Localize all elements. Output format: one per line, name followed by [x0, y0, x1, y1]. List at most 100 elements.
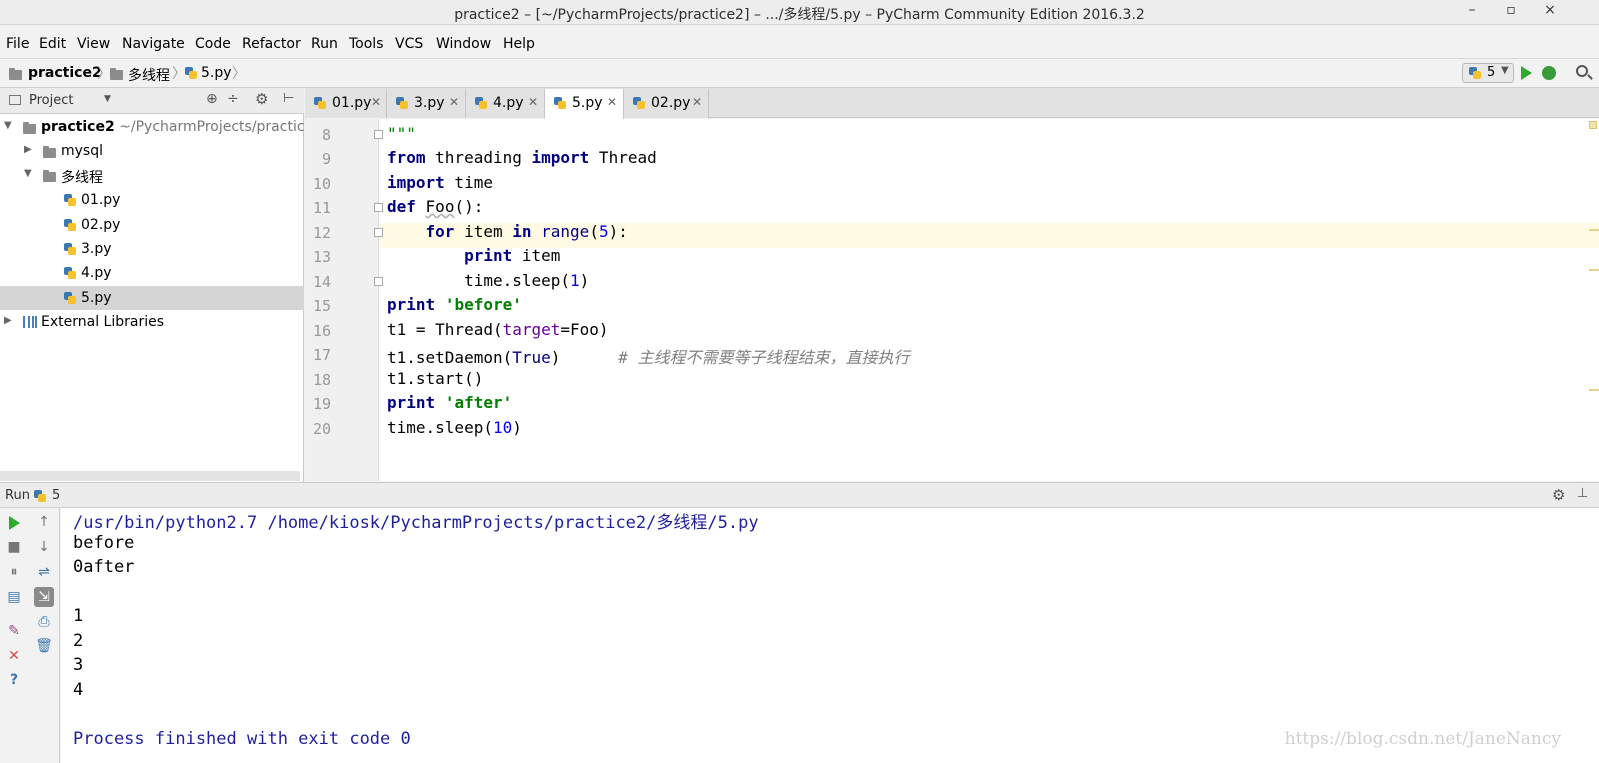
folder-icon	[23, 122, 36, 134]
expanded-arrow-icon[interactable]: ▼	[4, 120, 12, 131]
line-number: 12	[312, 224, 331, 242]
tree-file-4[interactable]: 4.py	[0, 261, 304, 285]
breadcrumb-separator-icon: 〉	[232, 66, 246, 82]
collapsed-arrow-icon[interactable]: ▶	[4, 315, 12, 326]
tab-4[interactable]: 4.py ✕	[466, 89, 545, 118]
horizontal-scrollbar[interactable]	[0, 471, 300, 481]
fold-marker-icon[interactable]	[374, 130, 383, 139]
print-icon[interactable]: ⎙	[34, 612, 54, 632]
tree-external-libraries[interactable]: ▶ External Libraries	[0, 310, 304, 334]
python-file-icon	[33, 489, 47, 503]
debug-bug-icon[interactable]	[1542, 66, 1556, 80]
close-tab-icon[interactable]: ✕	[449, 95, 459, 109]
pause-icon[interactable]: ⏸	[4, 562, 24, 582]
menu-navigate[interactable]: Navigate	[122, 36, 185, 52]
close-window-button[interactable]: ×	[1537, 2, 1563, 18]
collapse-all-icon[interactable]: ÷	[227, 91, 239, 107]
breadcrumb-folder[interactable]: 多线程	[128, 65, 170, 85]
tab-01[interactable]: 01.py ✕	[305, 89, 387, 118]
pin-icon[interactable]: ✎	[4, 621, 24, 641]
stop-icon[interactable]: ■	[4, 537, 24, 557]
maximize-button[interactable]: ▫	[1498, 2, 1524, 18]
help-icon[interactable]: ?	[4, 670, 24, 690]
search-icon[interactable]	[1576, 65, 1588, 77]
menu-edit[interactable]: Edit	[39, 36, 66, 52]
fold-marker-icon[interactable]	[374, 277, 383, 286]
code-line-8: """	[387, 124, 416, 143]
line-number: 15	[312, 297, 331, 315]
line-number: 18	[312, 371, 331, 389]
menu-help[interactable]: Help	[503, 36, 535, 52]
minimize-button[interactable]: –	[1459, 2, 1485, 18]
tree-folder-multithread[interactable]: ▼ 多线程	[0, 163, 304, 187]
collapsed-arrow-icon[interactable]: ▶	[24, 144, 32, 155]
gear-icon[interactable]: ⚙	[1552, 486, 1565, 504]
error-stripe-mark[interactable]	[1589, 229, 1599, 231]
close-tab-icon[interactable]: ✕	[607, 95, 617, 109]
hide-panel-icon[interactable]: ⊥	[1577, 486, 1588, 501]
editor-gutter: 8 9 10 11 12 13 14 15 16 17 18 19 20	[305, 119, 379, 481]
menu-run[interactable]: Run	[311, 36, 338, 52]
editor-scroll-markers[interactable]	[1589, 119, 1599, 481]
code-line-13: print item	[464, 246, 561, 265]
tab-02[interactable]: 02.py ✕	[624, 89, 709, 118]
close-tab-icon[interactable]: ✕	[371, 95, 381, 109]
scroll-to-end-icon[interactable]: ⇲	[34, 587, 54, 607]
soft-wrap-icon[interactable]: ⇌	[34, 562, 54, 582]
project-panel-title[interactable]: Project	[29, 93, 73, 108]
gear-icon[interactable]: ⚙	[255, 90, 268, 108]
close-tab-icon[interactable]: ✕	[692, 95, 702, 109]
fold-marker-icon[interactable]	[374, 203, 383, 212]
locate-target-icon[interactable]: ⊕	[206, 91, 218, 107]
menu-tools[interactable]: Tools	[349, 36, 384, 52]
code-line-14: time.sleep(1)	[387, 271, 590, 290]
tree-file-label: 4.py	[81, 265, 112, 281]
tree-file-label: 01.py	[81, 192, 121, 208]
line-number: 20	[312, 420, 331, 438]
error-stripe-mark[interactable]	[1589, 269, 1599, 271]
menu-window[interactable]: Window	[436, 36, 491, 52]
arrow-down-icon[interactable]: ↓	[34, 537, 54, 557]
line-number: 13	[312, 248, 331, 266]
code-line-17: t1.setDaemon(True) # 主线程不需要等子线程结束，直接执行	[387, 348, 910, 367]
run-toolbar: ↑ ■ ↓ ⏸ ⇌ ▤ ⇲ ⎙ ✎ 🗑 ✕ ?	[0, 508, 60, 763]
menu-view[interactable]: View	[77, 36, 110, 52]
menu-code[interactable]: Code	[195, 36, 231, 52]
hide-panel-icon[interactable]: ⊢	[283, 91, 294, 106]
run-configuration-select[interactable]: 5 ▼	[1462, 63, 1514, 83]
tree-folder-mysql[interactable]: ▶ mysql	[0, 139, 304, 163]
expanded-arrow-icon[interactable]: ▼	[24, 168, 32, 179]
trash-icon[interactable]: 🗑	[34, 636, 54, 656]
run-console[interactable]: /usr/bin/python2.7 /home/kiosk/PycharmPr…	[61, 508, 1599, 763]
tab-3[interactable]: 3.py ✕	[387, 89, 466, 118]
close-icon[interactable]: ✕	[4, 646, 24, 666]
code-line-9: from threading import Thread	[387, 148, 657, 167]
menu-refactor[interactable]: Refactor	[242, 36, 301, 52]
rerun-icon[interactable]	[9, 516, 20, 530]
python-file-icon	[184, 66, 198, 80]
code-line-16: t1 = Thread(target=Foo)	[387, 320, 609, 339]
tree-file-3[interactable]: 3.py	[0, 237, 304, 261]
inspection-warning-icon[interactable]	[1589, 121, 1597, 129]
console-line: before	[73, 533, 135, 553]
arrow-up-icon[interactable]: ↑	[34, 512, 54, 532]
run-play-icon[interactable]	[1521, 66, 1532, 80]
chevron-down-icon[interactable]: ▼	[104, 94, 111, 104]
tab-5[interactable]: 5.py ✕	[545, 89, 624, 119]
close-tab-icon[interactable]: ✕	[528, 95, 538, 109]
tab-label: 5.py	[572, 95, 603, 111]
menu-vcs[interactable]: VCS	[395, 36, 423, 52]
tree-root[interactable]: ▼ practice2 ~/PycharmProjects/practice2	[0, 115, 322, 139]
project-panel-header: Project ▼ ⊕ ÷ ⚙ ⊢	[0, 88, 304, 114]
restore-layout-icon[interactable]: ▤	[4, 587, 24, 607]
fold-marker-icon[interactable]	[374, 228, 383, 237]
breadcrumb-project[interactable]: practice2	[28, 65, 102, 81]
console-line: 0after	[73, 557, 135, 577]
code-editor[interactable]: 8 9 10 11 12 13 14 15 16 17 18 19 20 """…	[305, 119, 1599, 481]
breadcrumb-file[interactable]: 5.py	[201, 65, 232, 81]
tree-file-5[interactable]: 5.py	[0, 286, 304, 310]
menu-file[interactable]: File	[6, 36, 29, 52]
error-stripe-mark[interactable]	[1589, 389, 1599, 391]
tree-file-01[interactable]: 01.py	[0, 188, 304, 212]
tree-file-02[interactable]: 02.py	[0, 213, 304, 237]
